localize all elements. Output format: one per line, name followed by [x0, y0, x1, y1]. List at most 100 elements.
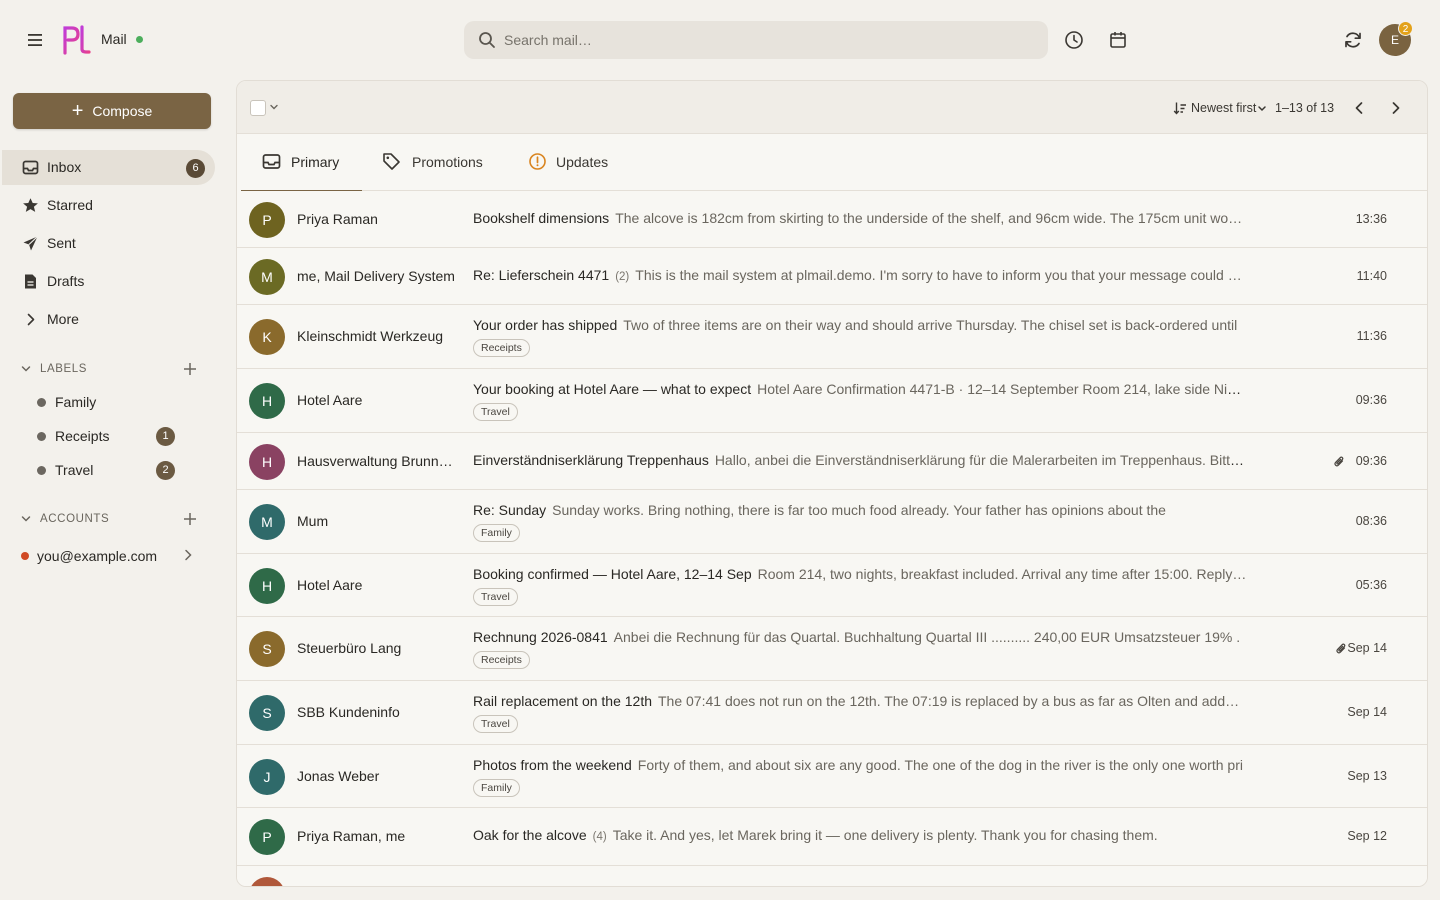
label-item-travel[interactable]: Travel 2 [37, 460, 187, 482]
info-circle-icon [528, 152, 547, 171]
refresh-icon[interactable] [1342, 29, 1364, 51]
email-row[interactable]: P Priya Raman Bookshelf dimensions The alco… [237, 191, 1427, 248]
email-snippet: Room 214, two nights, breakfast included… [757, 566, 1247, 582]
email-summary: Your booking at Hotel Aare — what to exp… [473, 381, 1247, 397]
email-row[interactable] [237, 866, 1427, 886]
tag-icon [382, 152, 401, 171]
email-snippet: Hotel Aare Confirmation 4471-B · 12–14 S… [757, 381, 1247, 397]
email-row[interactable]: K Kleinschmidt Werkzeug Your order has shi… [237, 305, 1427, 369]
tab-label: Primary [291, 154, 340, 170]
sort-dropdown[interactable]: Newest first [1173, 99, 1267, 117]
mail-list-panel: Newest first 1–13 of 13 Primary Promotio… [236, 80, 1428, 887]
email-time: 05:36 [1355, 578, 1387, 592]
email-time: 11:36 [1356, 329, 1387, 343]
sender-name: Hotel Aare [297, 392, 363, 408]
email-snippet: Hallo, anbei die Einverständniserklärung… [714, 452, 1247, 468]
email-summary: Rechnung 2026-0841 Anbei die Rechnung für… [473, 629, 1247, 645]
search-input[interactable] [504, 21, 1024, 59]
email-subject: Re: Lieferschein 4471 [473, 267, 610, 283]
email-subject: Re: Sunday [473, 502, 547, 518]
email-row[interactable]: S SBB Kundeninfo Rail replacement on the 1… [237, 681, 1427, 745]
email-summary: Booking confirmed — Hotel Aare, 12–14 Se… [473, 566, 1247, 582]
chevron-down-icon[interactable] [269, 102, 279, 112]
sender-name: Steuerbüro Lang [297, 640, 402, 656]
star-icon [22, 197, 39, 214]
sender-avatar: M [249, 504, 285, 540]
calendar-icon[interactable] [1107, 29, 1129, 51]
compose-button[interactable]: + Compose [13, 93, 211, 129]
sender-avatar: S [249, 631, 285, 667]
email-row[interactable]: J Jonas Weber Photos from the weekend Forty… [237, 745, 1427, 808]
top-bar: Mail E 2 [0, 0, 1440, 80]
next-page-icon[interactable] [1385, 97, 1407, 119]
sender-avatar: P [249, 819, 285, 855]
status-dot [136, 36, 143, 43]
label-item-family[interactable]: Family [37, 392, 187, 414]
label-chip[interactable]: Travel [473, 715, 518, 733]
page-range: 1–13 of 13 [1275, 101, 1335, 115]
add-label-icon[interactable] [182, 361, 198, 377]
tab-primary[interactable]: Primary [241, 134, 362, 192]
send-icon [22, 235, 39, 252]
account-item[interactable]: you@example.com [20, 545, 198, 567]
select-all-checkbox[interactable] [250, 100, 266, 116]
email-subject: Rail replacement on the 12th [473, 693, 652, 709]
sender-avatar [249, 877, 285, 886]
label-dot [37, 466, 46, 475]
label-item-receipts[interactable]: Receipts 1 [37, 426, 187, 448]
tab-promotions[interactable]: Promotions [362, 134, 506, 191]
email-summary: Your order has shipped Two of three items… [473, 317, 1247, 333]
label-chip[interactable]: Travel [473, 588, 518, 606]
email-row[interactable]: Mme, Mail Delivery System Re: Lieferschei… [237, 248, 1427, 305]
chevron-right-icon [182, 548, 194, 562]
plus-icon: + [71, 100, 84, 122]
email-summary: Bookshelf dimensions The alcove is 182cm … [473, 210, 1247, 226]
accounts-section-toggle[interactable]: ACCOUNTS [20, 510, 200, 530]
label-dot [37, 398, 46, 407]
email-row[interactable]: H Hotel Aare Your booking at Hotel Aare — … [237, 369, 1427, 433]
email-time: Sep 14 [1347, 641, 1387, 655]
label-chip[interactable]: Family [473, 524, 520, 542]
draft-icon [22, 273, 39, 290]
sidebar-item-drafts[interactable]: Drafts [2, 264, 215, 299]
email-row[interactable]: M Mum Re: Sunday Sunday works. Bring nothin… [237, 490, 1427, 554]
sidebar-item-starred[interactable]: Starred [2, 188, 215, 223]
tab-updates[interactable]: Updates [506, 134, 646, 191]
label-chip[interactable]: Receipts [473, 339, 530, 357]
email-row[interactable]: P Priya Raman, me Oak for the alcove (4) Tak… [237, 808, 1427, 866]
sender-name: me, Mail Delivery System [297, 268, 455, 284]
email-subject: Booking confirmed — Hotel Aare, 12–14 Se… [473, 566, 752, 582]
inbox-icon [262, 152, 281, 171]
email-subject: Your order has shipped [473, 317, 618, 333]
menu-icon[interactable] [24, 28, 46, 52]
sidebar-item-more[interactable]: More [2, 302, 215, 337]
email-snippet: Anbei die Rechnung für das Quartal. Buch… [613, 629, 1241, 645]
labels-section-toggle[interactable]: LABELS [20, 360, 200, 380]
sidebar-item-sent[interactable]: Sent [2, 226, 215, 261]
sidebar-item-inbox[interactable]: Inbox 6 [2, 150, 215, 185]
email-time: 08:36 [1355, 514, 1387, 528]
email-row[interactable]: S Steuerbüro Lang Rechnung 2026-0841 Anbei … [237, 617, 1427, 681]
search-bar[interactable] [464, 21, 1048, 59]
add-account-icon[interactable] [182, 511, 198, 527]
sender-avatar: J [249, 759, 285, 795]
email-row[interactable]: H Hausverwaltung Brunne… Einverständniserk… [237, 433, 1427, 490]
email-time: Sep 13 [1347, 769, 1387, 783]
sort-label: Newest first [1191, 101, 1257, 115]
email-summary: Rail replacement on the 12th The 07:41 do… [473, 693, 1247, 709]
label-chip[interactable]: Family [473, 779, 520, 797]
label-name: Travel [55, 462, 94, 478]
email-summary: Einverständniserklärung Treppenhaus Hallo… [473, 452, 1247, 468]
label-chip[interactable]: Receipts [473, 651, 530, 669]
clock-icon[interactable] [1063, 29, 1085, 51]
prev-page-icon[interactable] [1348, 97, 1370, 119]
paperclip-icon [1333, 455, 1345, 468]
paperclip-icon [1335, 642, 1347, 655]
email-row[interactable]: H Hotel Aare Booking confirmed — Hotel Aar… [237, 554, 1427, 617]
sidebar-item-label: Sent [47, 235, 76, 251]
email-summary: Oak for the alcove (4) Take it. And yes, l… [473, 827, 1247, 843]
label-chip[interactable]: Travel [473, 403, 518, 421]
email-summary: Photos from the weekend Forty of them, an… [473, 757, 1247, 773]
email-summary: Re: Lieferschein 4471 (2) This is the mail… [473, 267, 1247, 283]
sidebar-item-label: Inbox [47, 159, 82, 175]
